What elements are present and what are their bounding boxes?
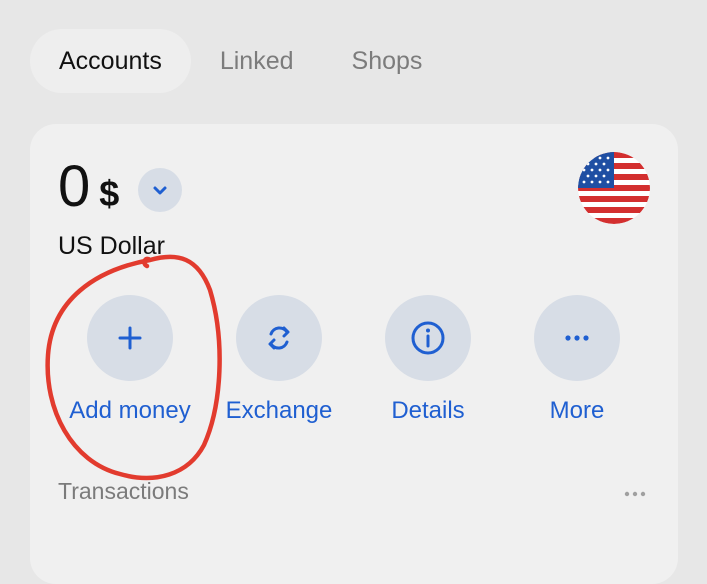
details-icon-circle	[385, 295, 471, 381]
balance-currency-symbol: $	[99, 173, 120, 214]
add-money-label: Add money	[69, 397, 191, 424]
details-label: Details	[391, 397, 465, 424]
more-button[interactable]: More	[502, 295, 652, 425]
balance-amount: 0	[58, 154, 90, 219]
info-icon	[411, 321, 445, 355]
currency-name: US Dollar	[58, 232, 165, 260]
exchange-button[interactable]: Exchange	[204, 295, 354, 425]
tab-accounts[interactable]: Accounts	[30, 29, 191, 93]
more-label: More	[549, 397, 605, 424]
transactions-heading: Transactions	[58, 478, 189, 504]
currency-dropdown-button[interactable]	[138, 168, 182, 212]
exchange-icon-circle	[236, 295, 322, 381]
us-flag-icon	[578, 152, 650, 224]
more-icon-circle	[534, 295, 620, 381]
add-money-icon-circle	[87, 295, 173, 381]
tab-linked[interactable]: Linked	[191, 29, 323, 93]
account-card: 0 $ US Dollar Add money Exchange Details…	[30, 124, 678, 584]
balance: 0 $	[58, 158, 119, 216]
transactions-more-button[interactable]	[622, 486, 648, 497]
tab-shops[interactable]: Shops	[323, 29, 452, 93]
plus-icon	[118, 326, 142, 350]
add-money-button[interactable]: Add money	[55, 295, 205, 425]
account-tabs: Accounts Linked Shops	[30, 29, 451, 93]
details-button[interactable]: Details	[353, 295, 503, 425]
exchange-label: Exchange	[225, 397, 333, 424]
more-icon	[624, 491, 646, 497]
more-icon	[565, 335, 589, 341]
chevron-down-icon	[153, 186, 167, 195]
exchange-icon	[268, 326, 290, 350]
